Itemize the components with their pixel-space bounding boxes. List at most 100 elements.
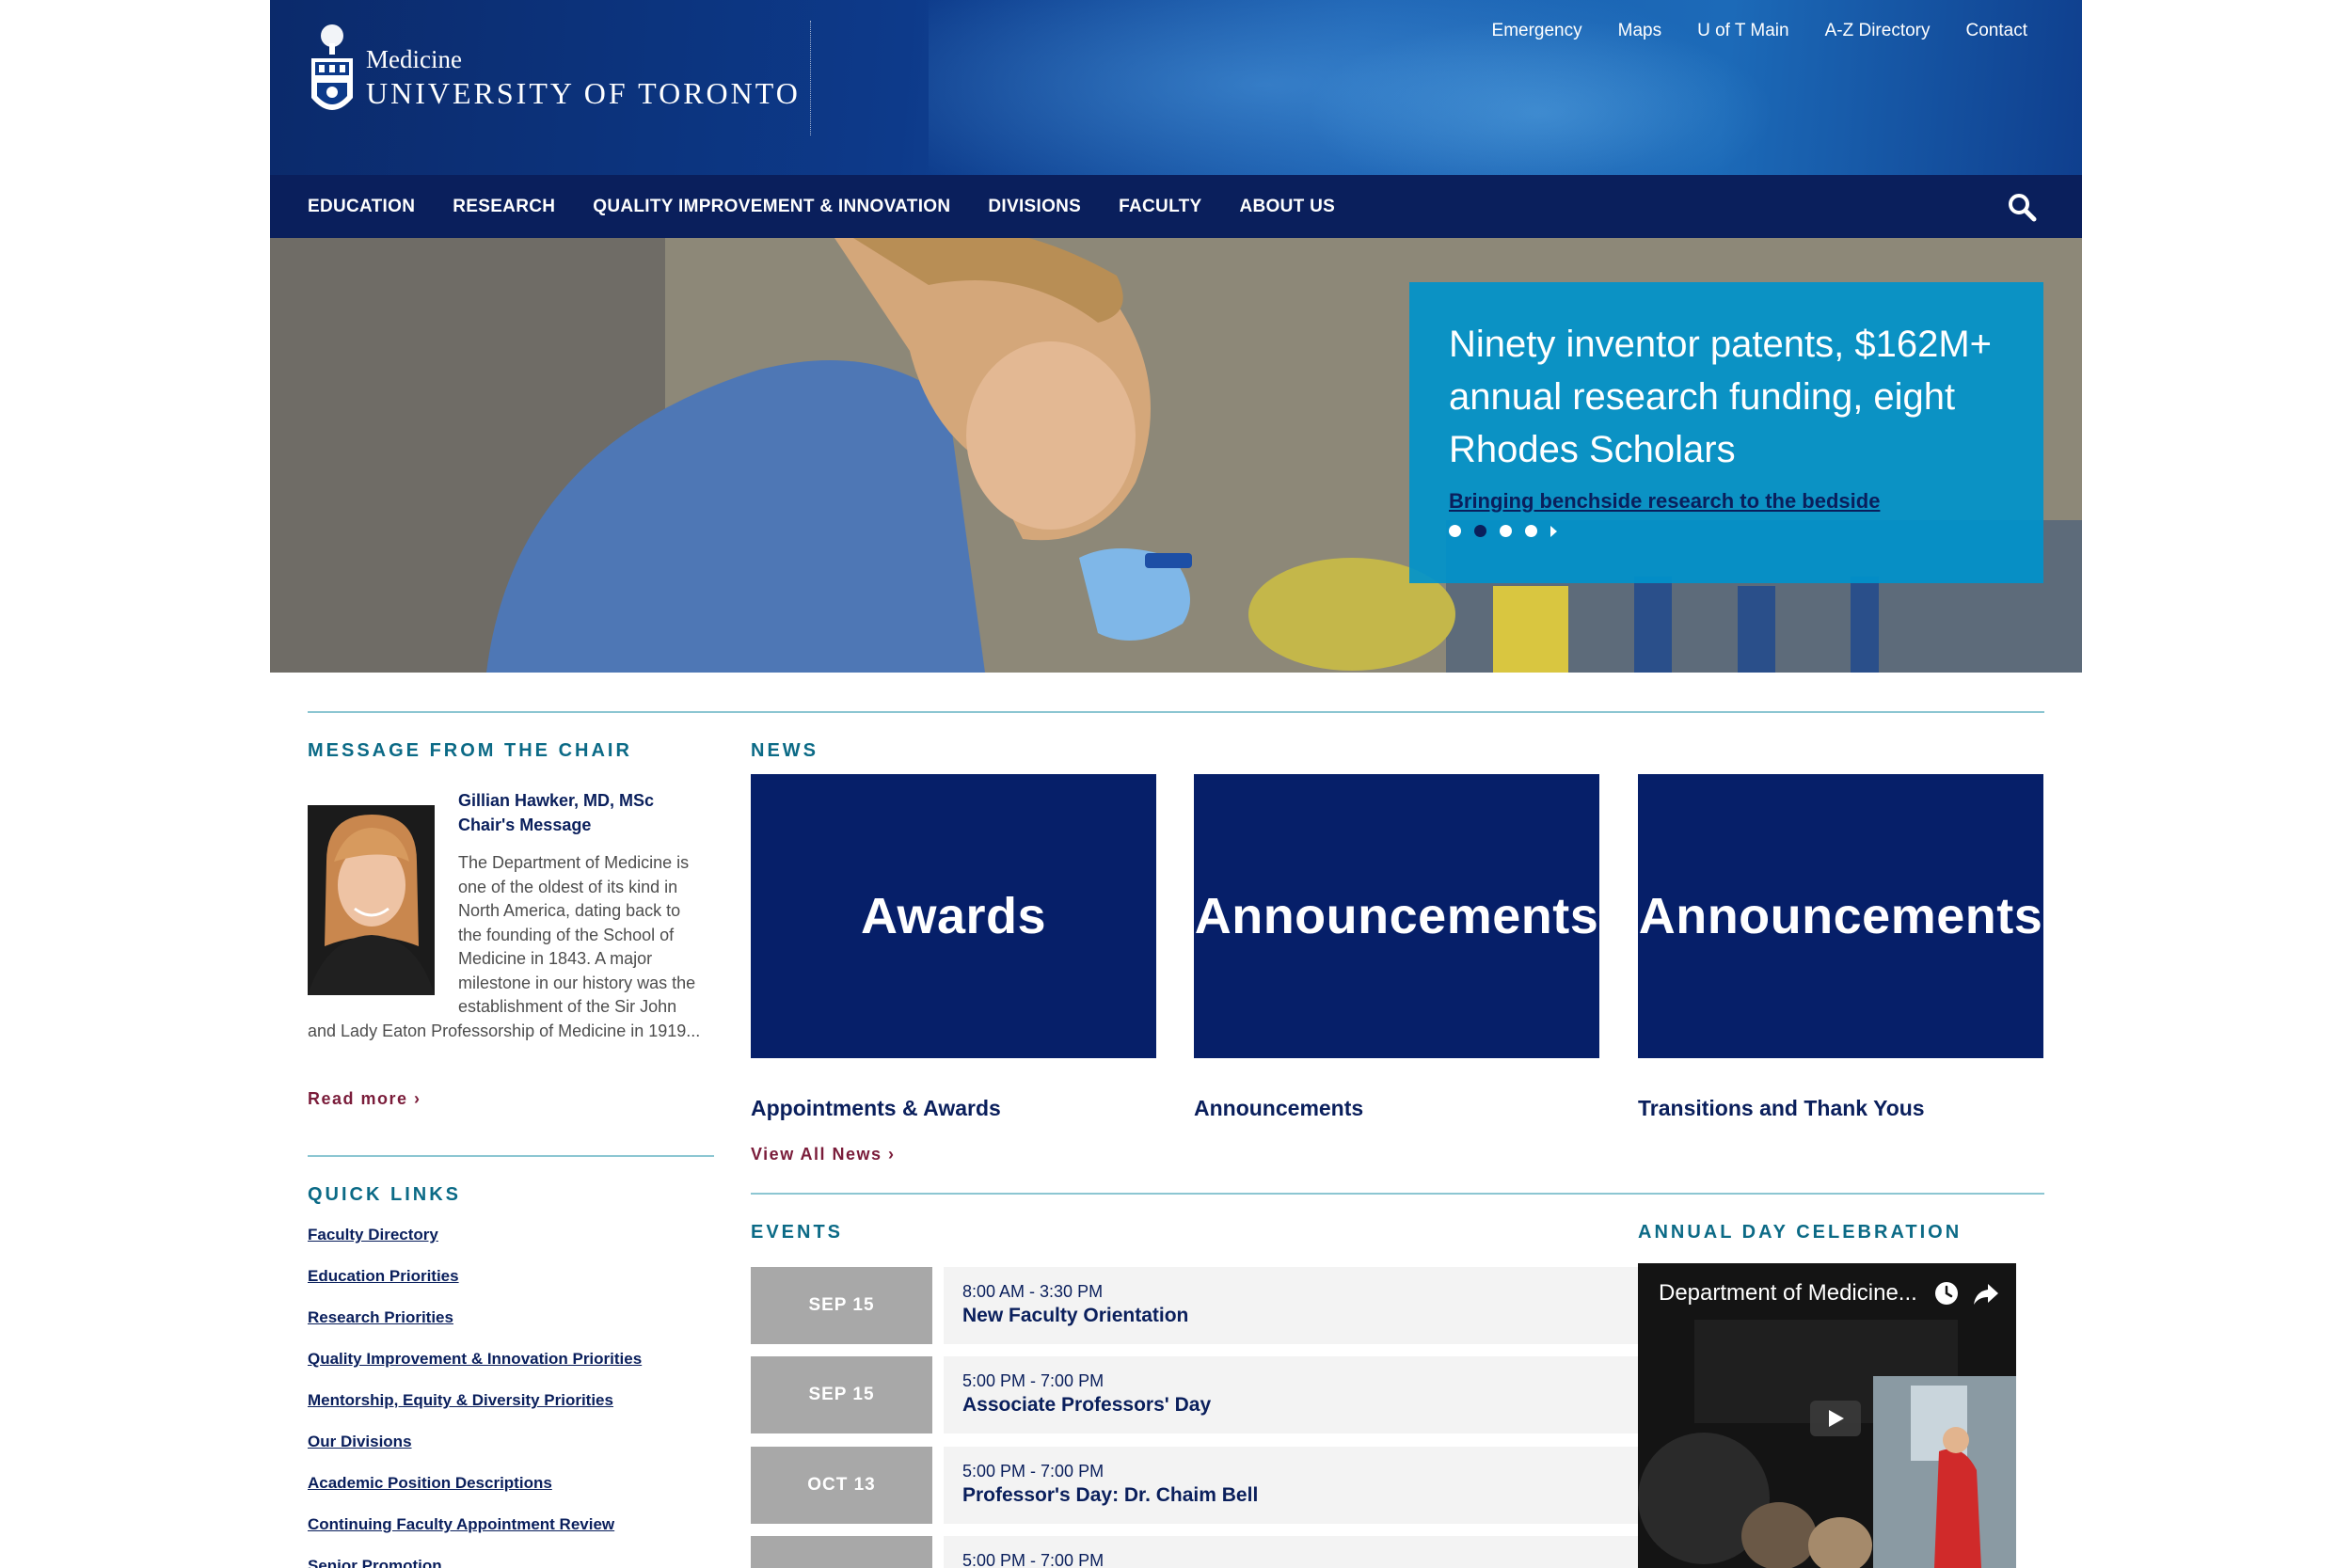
quick-link-quality-priorities[interactable]: Quality Improvement & Innovation Priorit… [308, 1350, 642, 1368]
chair-section-title: MESSAGE FROM THE CHAIR [308, 740, 632, 761]
list-item: Quality Improvement & Innovation Priorit… [308, 1350, 642, 1391]
news-link-appointments-awards[interactable]: Appointments & Awards [751, 1096, 1001, 1121]
list-item: Faculty Directory [308, 1226, 642, 1267]
news-tile-transitions[interactable]: Announcements [1638, 774, 2043, 1058]
event-info: 5:00 PM - 7:00 PM Professor's Day: Dr. C… [944, 1447, 1733, 1524]
nav-item-quality-improvement[interactable]: QUALITY IMPROVEMENT & INNOVATION [593, 197, 950, 217]
carousel-dot-1[interactable] [1449, 525, 1461, 537]
chair-name: Gillian Hawker, MD, MSc [458, 791, 655, 810]
news-section-title: NEWS [751, 740, 818, 761]
event-time: 5:00 PM - 7:00 PM [962, 1371, 1104, 1390]
carousel-dot-4[interactable] [1525, 525, 1537, 537]
quick-link-mentorship-priorities[interactable]: Mentorship, Equity & Diversity Prioritie… [308, 1391, 613, 1409]
list-item: Senior Promotion [308, 1557, 642, 1568]
nav-item-education[interactable]: EDUCATION [308, 197, 415, 217]
logo-title: UNIVERSITY OF TORONTO [366, 76, 801, 110]
quick-link-faculty-directory[interactable]: Faculty Directory [308, 1226, 438, 1243]
site-header: Medicine UNIVERSITY OF TORONTO Emergency… [270, 0, 2082, 175]
chair-message-subtitle: Chair's Message [458, 816, 592, 834]
list-item: Education Priorities [308, 1267, 642, 1308]
quick-link-our-divisions[interactable]: Our Divisions [308, 1433, 412, 1450]
quick-link-education-priorities[interactable]: Education Priorities [308, 1267, 459, 1285]
nav-item-about-us[interactable]: ABOUT US [1239, 197, 1335, 217]
hero-carousel: Ninety inventor patents, $162M+ annual r… [270, 238, 2082, 673]
chair-body-line: Medicine in 1843. A major [458, 949, 653, 968]
quick-links-title: QUICK LINKS [308, 1184, 461, 1205]
utility-nav: Emergency Maps U of T Main A-Z Directory… [1492, 21, 2027, 41]
news-tile-announcements[interactable]: Announcements [1194, 774, 1599, 1058]
quick-link-senior-promotion[interactable]: Senior Promotion [308, 1557, 442, 1568]
nav-item-divisions[interactable]: DIVISIONS [988, 197, 1081, 217]
event-name[interactable]: Associate Professors' Day [962, 1392, 1714, 1418]
uoft-crest-icon [311, 24, 353, 110]
event-info: 5:00 PM - 7:00 PM Associate Professors' … [944, 1356, 1733, 1433]
section-divider [308, 711, 2044, 713]
list-item: Continuing Faculty Appointment Review [308, 1515, 642, 1557]
event-date-badge: SEP 15 [751, 1356, 932, 1433]
list-item: Mentorship, Equity & Diversity Prioritie… [308, 1391, 642, 1433]
event-row[interactable]: 5:00 PM - 7:00 PM [751, 1536, 1733, 1568]
chair-body-line: The Department of Medicine is [458, 853, 690, 872]
carousel-dot-2[interactable] [1474, 525, 1486, 537]
carousel-next-icon[interactable] [1550, 525, 1557, 537]
annual-day-section-title: ANNUAL DAY CELEBRATION [1638, 1222, 1963, 1243]
event-info: 8:00 AM - 3:30 PM New Faculty Orientatio… [944, 1267, 1733, 1344]
quick-link-research-priorities[interactable]: Research Priorities [308, 1308, 453, 1326]
hero-link[interactable]: Bringing benchside research to the bedsi… [1449, 489, 2004, 514]
event-time: 5:00 PM - 7:00 PM [962, 1462, 1104, 1481]
video-player[interactable]: Department of Medicine... [1638, 1263, 2016, 1568]
play-icon[interactable] [1810, 1401, 1861, 1436]
news-tile-awards[interactable]: Awards [751, 774, 1156, 1058]
share-icon[interactable] [1973, 1282, 1999, 1307]
event-date-badge: SEP 15 [751, 1267, 932, 1344]
chair-message-body: The Department of Medicine is one of the… [308, 851, 714, 1043]
utility-link-uoft-main[interactable]: U of T Main [1697, 21, 1789, 41]
chair-body-line: and Lady Eaton Professorship of Medicine… [308, 1021, 701, 1040]
news-divider [751, 1193, 2044, 1195]
event-row[interactable]: SEP 15 8:00 AM - 3:30 PM New Faculty Ori… [751, 1267, 1733, 1344]
nav-item-faculty[interactable]: FACULTY [1119, 197, 1201, 217]
quick-link-appointment-review[interactable]: Continuing Faculty Appointment Review [308, 1515, 614, 1533]
chair-body-line: the founding of the School of [458, 925, 675, 944]
chair-body-line: one of the oldest of its kind in [458, 877, 678, 896]
carousel-pagination [1449, 525, 1557, 537]
news-link-transitions[interactable]: Transitions and Thank Yous [1638, 1096, 1925, 1121]
utility-link-contact[interactable]: Contact [1966, 21, 2027, 41]
events-section-title: EVENTS [751, 1222, 844, 1243]
event-date-badge [751, 1536, 932, 1568]
utility-link-maps[interactable]: Maps [1618, 21, 1661, 41]
list-item: Academic Position Descriptions [308, 1474, 642, 1515]
hero-feature-card: Ninety inventor patents, $162M+ annual r… [1409, 282, 2043, 583]
watch-later-icon[interactable] [1933, 1280, 1960, 1307]
news-link-announcements[interactable]: Announcements [1194, 1096, 1363, 1121]
event-name[interactable]: New Faculty Orientation [962, 1303, 1714, 1329]
carousel-dot-3[interactable] [1500, 525, 1512, 537]
list-item: Research Priorities [308, 1308, 642, 1350]
quick-link-position-descriptions[interactable]: Academic Position Descriptions [308, 1474, 552, 1492]
quick-links-list: Faculty Directory Education Priorities R… [308, 1226, 642, 1568]
site-logo[interactable]: Medicine UNIVERSITY OF TORONTO [308, 21, 811, 135]
event-info: 5:00 PM - 7:00 PM [944, 1536, 1733, 1568]
logo-wordmark: Medicine UNIVERSITY OF TORONTO [366, 21, 811, 135]
chair-read-more-link[interactable]: Read more › [308, 1089, 421, 1109]
chair-heading: Gillian Hawker, MD, MSc Chair's Message [458, 788, 654, 837]
main-nav: EDUCATION RESEARCH QUALITY IMPROVEMENT &… [270, 175, 2082, 238]
sidebar-divider [308, 1155, 714, 1157]
chair-body-line: establishment of the Sir John [458, 997, 677, 1016]
event-row[interactable]: SEP 15 5:00 PM - 7:00 PM Associate Profe… [751, 1356, 1733, 1433]
video-title[interactable]: Department of Medicine... [1659, 1280, 1917, 1307]
search-icon[interactable] [2007, 192, 2037, 222]
chair-body-line: milestone in our history was the [458, 973, 696, 992]
utility-link-emergency[interactable]: Emergency [1492, 21, 1582, 41]
event-row[interactable]: OCT 13 5:00 PM - 7:00 PM Professor's Day… [751, 1447, 1733, 1524]
hero-title: Ninety inventor patents, $162M+ annual r… [1449, 324, 1993, 470]
nav-item-research[interactable]: RESEARCH [453, 197, 555, 217]
event-name[interactable]: Professor's Day: Dr. Chaim Bell [962, 1482, 1714, 1509]
page: Medicine UNIVERSITY OF TORONTO Emergency… [270, 0, 2082, 1568]
utility-link-az-directory[interactable]: A-Z Directory [1825, 21, 1931, 41]
view-all-news-link[interactable]: View All News › [751, 1145, 896, 1164]
event-time: 5:00 PM - 7:00 PM [962, 1551, 1104, 1568]
list-item: Our Divisions [308, 1433, 642, 1474]
event-date-badge: OCT 13 [751, 1447, 932, 1524]
event-time: 8:00 AM - 3:30 PM [962, 1282, 1104, 1301]
